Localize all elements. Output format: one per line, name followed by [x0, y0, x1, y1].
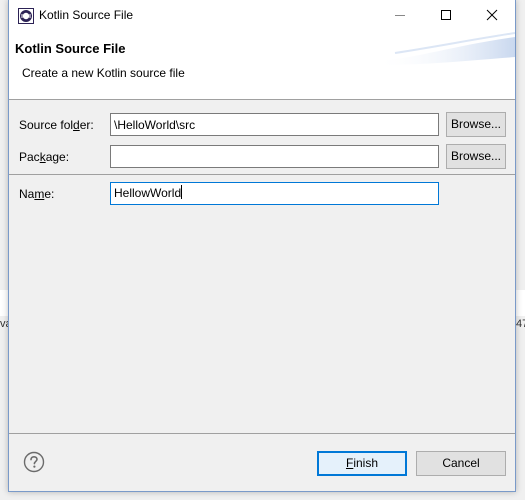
package-label-start: Pac [19, 150, 40, 164]
name-label-end: e: [44, 187, 55, 201]
close-icon [486, 9, 498, 21]
text-caret [181, 185, 183, 199]
cancel-button[interactable]: Cancel [416, 451, 506, 476]
finish-label-rest: inish [353, 456, 379, 470]
package-input[interactable] [110, 145, 439, 168]
source-folder-label-start: Source fol [19, 118, 74, 132]
name-label: Name: [19, 187, 54, 201]
source-folder-mnemonic: d [73, 118, 80, 132]
banner-subtitle: Create a new Kotlin source file [22, 66, 185, 80]
title-bar[interactable]: Kotlin Source File [9, 0, 515, 31]
background-right-fragment: 47 [516, 318, 525, 330]
source-folder-browse-button[interactable]: Browse... [446, 112, 506, 137]
window-title: Kotlin Source File [39, 8, 134, 22]
package-browse-button[interactable]: Browse... [446, 144, 506, 169]
kotlin-source-file-dialog: Kotlin Source File Kotlin Source File Cr… [8, 0, 516, 492]
footer-separator [9, 433, 515, 434]
name-input[interactable]: HellowWorld [110, 182, 439, 205]
minimize-button[interactable] [377, 0, 423, 31]
source-folder-input[interactable] [110, 113, 439, 136]
name-input-value: HellowWorld [114, 186, 182, 200]
name-mnemonic: m [34, 187, 45, 201]
source-folder-label-end: er: [79, 118, 94, 132]
package-label-end: age: [45, 150, 70, 164]
banner-title: Kotlin Source File [15, 41, 126, 56]
help-icon[interactable] [23, 451, 45, 473]
wizard-banner: Kotlin Source File Create a new Kotlin s… [9, 31, 515, 99]
fields-separator [9, 174, 515, 175]
maximize-icon [441, 10, 451, 20]
close-button[interactable] [469, 0, 515, 31]
eclipse-icon [18, 8, 34, 24]
banner-separator [9, 99, 515, 100]
finish-button[interactable]: Finish [317, 451, 407, 476]
source-folder-label: Source folder: [19, 118, 94, 132]
maximize-button[interactable] [423, 0, 469, 31]
name-label-start: Na [19, 187, 35, 201]
minimize-icon [395, 15, 405, 16]
package-label: Package: [19, 150, 69, 164]
banner-decoration [375, 32, 515, 65]
